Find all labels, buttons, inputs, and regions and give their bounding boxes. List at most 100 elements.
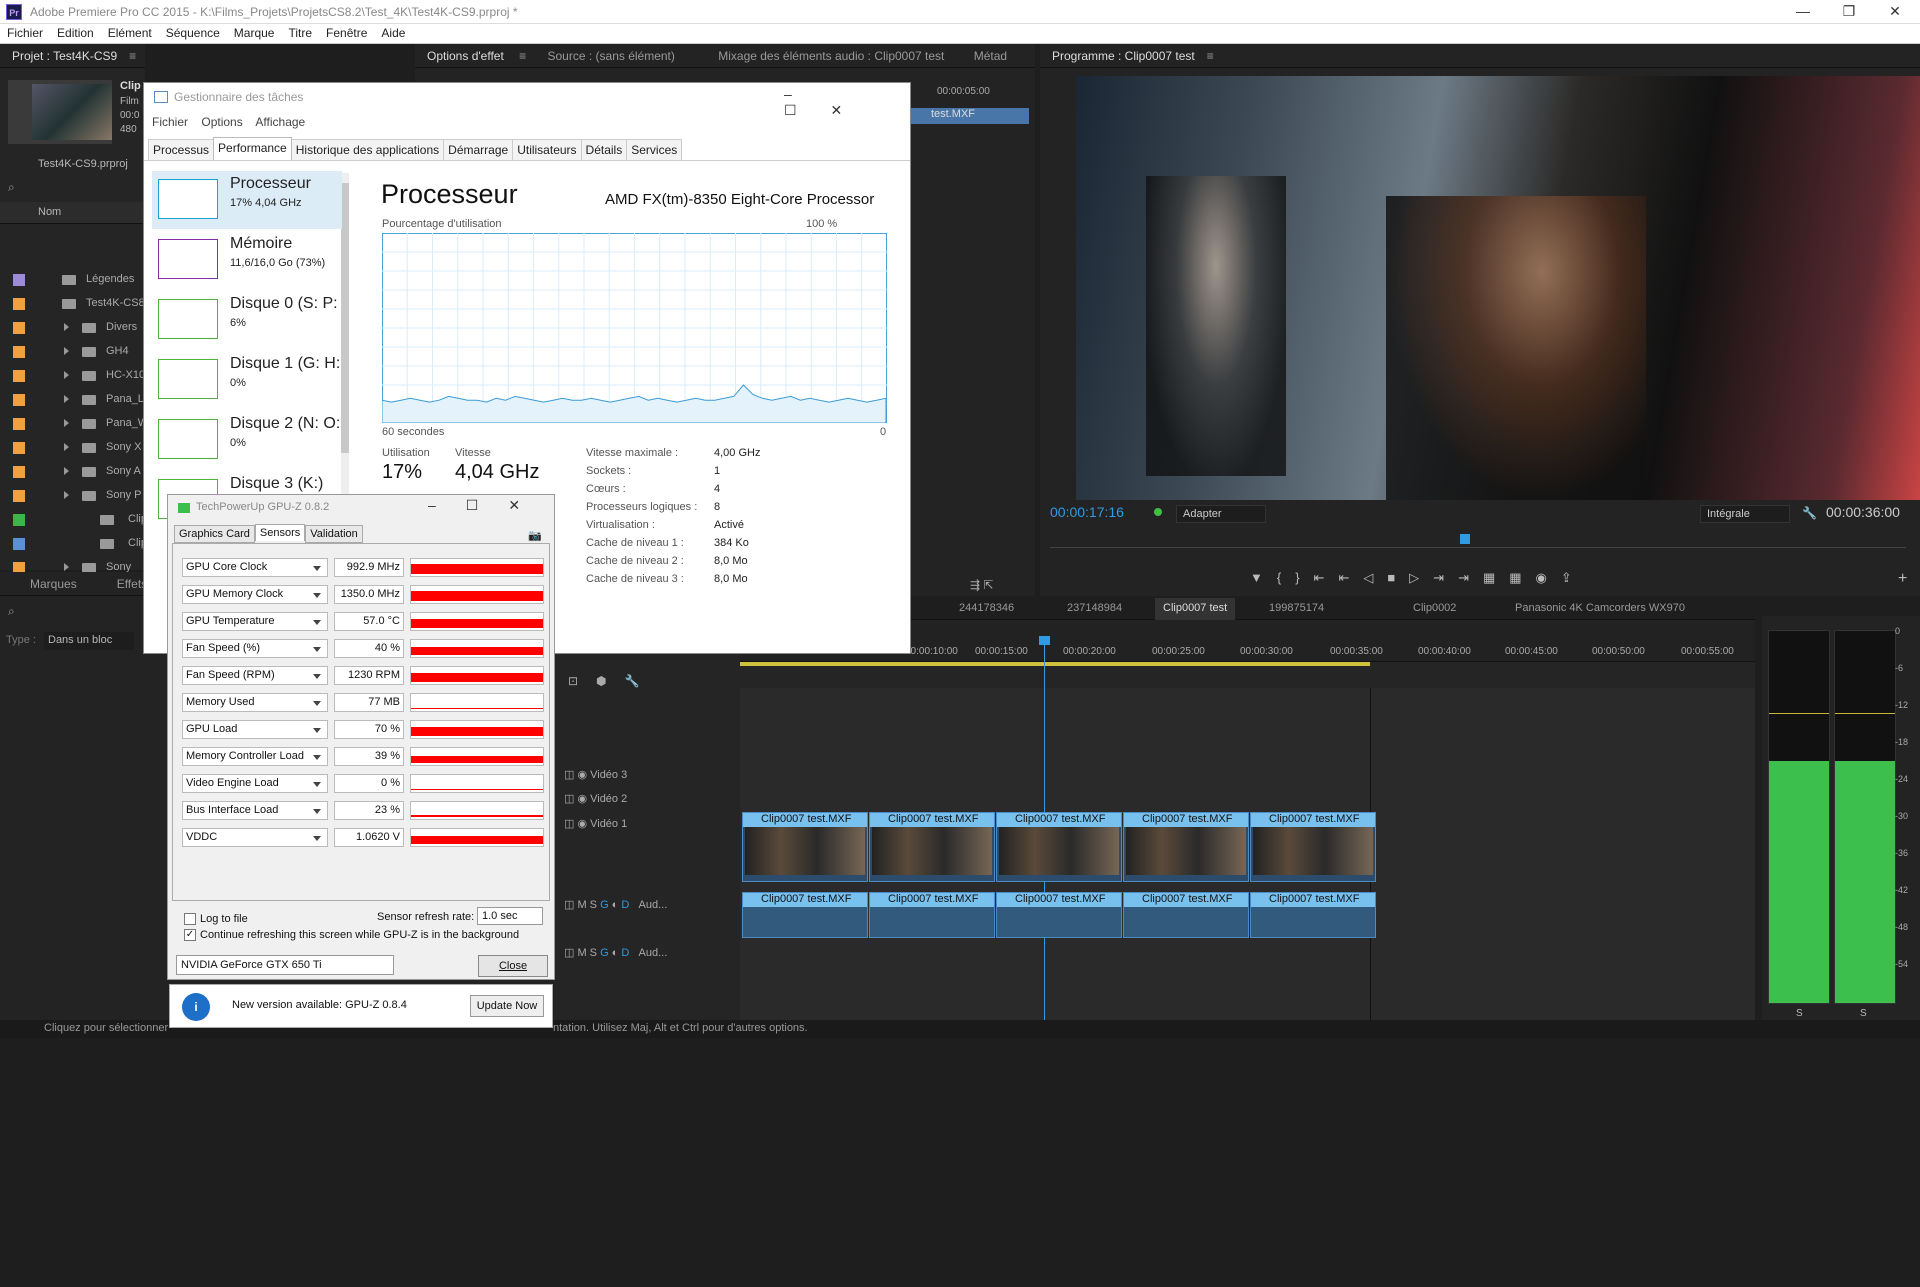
tab-processus[interactable]: Processus bbox=[148, 139, 215, 160]
performance-item[interactable]: Mémoire 11,6/16,0 Go (73%) bbox=[152, 231, 342, 289]
audio-clip[interactable]: Clip0007 test.MXF bbox=[996, 892, 1122, 938]
track-v2-label[interactable]: ◫ ◉ Vidéo 2 bbox=[564, 792, 627, 805]
seq-tab[interactable]: 237148984 bbox=[1067, 602, 1122, 614]
audio-clip[interactable]: Clip0007 test.MXF bbox=[1123, 892, 1249, 938]
tm-menu-options[interactable]: Options bbox=[201, 115, 242, 129]
expand-arrow-icon[interactable] bbox=[64, 491, 69, 499]
tab-effect-options[interactable]: Options d'effet bbox=[427, 49, 504, 63]
menu-titre[interactable]: Titre bbox=[281, 24, 319, 40]
timeline-tools[interactable]: ⊡⬢🔧 bbox=[568, 674, 657, 688]
expand-arrow-icon[interactable] bbox=[64, 323, 69, 331]
audio-clip[interactable]: Clip0007 test.MXF bbox=[742, 892, 868, 938]
project-tree-item[interactable]: Clip bbox=[0, 508, 147, 532]
project-tree-item[interactable]: Clip bbox=[0, 532, 147, 556]
sidebar-scrollbar[interactable] bbox=[341, 173, 349, 533]
performance-item[interactable]: Disque 1 (G: H: I 0% bbox=[152, 351, 342, 409]
expand-arrow-icon[interactable] bbox=[64, 443, 69, 451]
transport-controls[interactable]: ▼{}⇤⇤◁■▷⇥⇥▦▦◉⇪ bbox=[1250, 570, 1586, 586]
video-clip[interactable]: Clip0007 test.MXF bbox=[869, 812, 995, 882]
menu-fichier[interactable]: Fichier bbox=[0, 24, 50, 40]
label-color-swatch[interactable] bbox=[13, 346, 25, 358]
sensor-label-select[interactable]: VDDC bbox=[182, 828, 328, 847]
type-select[interactable]: Dans un bloc bbox=[44, 632, 134, 650]
minimize-button[interactable]: — bbox=[1780, 0, 1826, 24]
column-name-label[interactable]: Nom bbox=[38, 206, 61, 218]
menu-element[interactable]: Elément bbox=[101, 24, 159, 40]
seq-tab-active[interactable]: Clip0007 test bbox=[1155, 598, 1236, 620]
close-button[interactable]: ✕ bbox=[1872, 0, 1918, 24]
label-color-swatch[interactable] bbox=[13, 394, 25, 406]
tab-validation[interactable]: Validation bbox=[305, 525, 363, 543]
video-clip[interactable]: Clip0007 test.MXF bbox=[1250, 812, 1376, 882]
tab-demarrage[interactable]: Démarrage bbox=[443, 139, 514, 160]
tm-menu-fichier[interactable]: Fichier bbox=[152, 115, 188, 129]
seq-tab[interactable]: Clip0002 bbox=[1413, 602, 1456, 614]
project-tree-item[interactable]: Pana_L bbox=[0, 388, 145, 412]
label-color-swatch[interactable] bbox=[13, 538, 25, 550]
menu-icon[interactable]: ≡ bbox=[1207, 49, 1214, 63]
video-clip[interactable]: Clip0007 test.MXF bbox=[742, 812, 868, 882]
tab-source[interactable]: Source : (sans élément) bbox=[548, 49, 675, 63]
track-v3-label[interactable]: ◫ ◉ Vidéo 3 bbox=[564, 768, 627, 781]
effect-clip-bar[interactable]: test.MXF bbox=[907, 108, 1029, 124]
zoom-select[interactable]: Adapter bbox=[1176, 505, 1266, 523]
menu-sequence[interactable]: Séquence bbox=[159, 24, 227, 40]
expand-arrow-icon[interactable] bbox=[64, 347, 69, 355]
playhead-handle[interactable] bbox=[1039, 636, 1050, 645]
tab-audio-mixer[interactable]: Mixage des éléments audio : Clip0007 tes… bbox=[718, 49, 944, 63]
sensor-label-select[interactable]: Video Engine Load bbox=[182, 774, 328, 793]
gpu-select[interactable]: NVIDIA GeForce GTX 650 Ti bbox=[176, 955, 394, 975]
tab-services[interactable]: Services bbox=[626, 139, 683, 160]
gpuz-close-button[interactable]: Close bbox=[478, 955, 548, 977]
program-timecode[interactable]: 00:00:17:16 bbox=[1050, 504, 1124, 520]
video-clip[interactable]: Clip0007 test.MXF bbox=[996, 812, 1122, 882]
menu-marque[interactable]: Marque bbox=[227, 24, 282, 40]
project-tree-item[interactable]: GH4 bbox=[0, 340, 145, 364]
audio-clip[interactable]: Clip0007 test.MXF bbox=[869, 892, 995, 938]
project-panel-header[interactable]: Projet : Test4K-CS9 ≡ bbox=[0, 44, 145, 68]
search-icon[interactable]: ⌕ bbox=[8, 604, 15, 619]
track-v1-label[interactable]: ◫ ◉ Vidéo 1 bbox=[564, 817, 627, 830]
label-color-swatch[interactable] bbox=[13, 466, 25, 478]
sensor-label-select[interactable]: Memory Used bbox=[182, 693, 328, 712]
track-a1-label[interactable]: ◫ M S G ◐ D Aud... bbox=[564, 898, 667, 911]
performance-item[interactable]: Processeur 17% 4,04 GHz bbox=[152, 171, 342, 229]
solo-right-label[interactable]: S bbox=[1860, 1008, 1867, 1019]
expand-arrow-icon[interactable] bbox=[64, 419, 69, 427]
tab-historique[interactable]: Historique des applications bbox=[290, 139, 445, 160]
project-tree-item[interactable]: Sony X bbox=[0, 436, 145, 460]
seq-tab[interactable]: 199875174 bbox=[1269, 602, 1324, 614]
seq-tab[interactable]: Panasonic 4K Camcorders WX970 bbox=[1515, 602, 1685, 614]
project-tree-item[interactable]: Légendes bbox=[0, 268, 145, 292]
expand-arrow-icon[interactable] bbox=[64, 371, 69, 379]
project-tree-item[interactable]: Divers bbox=[0, 316, 145, 340]
label-color-swatch[interactable] bbox=[13, 322, 25, 334]
tab-markers[interactable]: Marques bbox=[30, 577, 77, 591]
label-color-swatch[interactable] bbox=[13, 442, 25, 454]
expand-arrow-icon[interactable] bbox=[64, 467, 69, 475]
continue-checkbox[interactable]: ✓ bbox=[184, 929, 196, 941]
label-color-swatch[interactable] bbox=[13, 298, 25, 310]
menu-edition[interactable]: Edition bbox=[50, 24, 101, 40]
audio-clip[interactable]: Clip0007 test.MXF bbox=[1250, 892, 1376, 938]
refresh-select[interactable]: 1.0 sec bbox=[477, 907, 543, 925]
expand-arrow-icon[interactable] bbox=[64, 395, 69, 403]
sensor-label-select[interactable]: GPU Load bbox=[182, 720, 328, 739]
label-color-swatch[interactable] bbox=[13, 274, 25, 286]
update-now-button[interactable]: Update Now bbox=[470, 995, 544, 1017]
video-clip[interactable]: Clip0007 test.MXF bbox=[1123, 812, 1249, 882]
menu-aide[interactable]: Aide bbox=[374, 24, 412, 40]
performance-item[interactable]: Disque 0 (S: P: F 6% bbox=[152, 291, 342, 349]
project-tree-item[interactable]: Test4K-CS8 bbox=[0, 292, 145, 316]
project-tree-item[interactable]: Sony P bbox=[0, 484, 145, 508]
sensor-label-select[interactable]: Fan Speed (RPM) bbox=[182, 666, 328, 685]
work-area-bar[interactable] bbox=[740, 662, 1370, 666]
sensor-label-select[interactable]: Bus Interface Load bbox=[182, 801, 328, 820]
tab-utilisateurs[interactable]: Utilisateurs bbox=[512, 139, 582, 160]
clip-thumbnail[interactable] bbox=[8, 80, 112, 144]
wrench-icon[interactable]: 🔧 bbox=[1802, 506, 1817, 520]
gpuz-window-controls[interactable]: –☐✕ bbox=[428, 497, 550, 514]
sensor-label-select[interactable]: Memory Controller Load bbox=[182, 747, 328, 766]
task-manager-window-controls[interactable]: –☐✕ bbox=[784, 86, 910, 119]
expand-arrow-icon[interactable] bbox=[64, 563, 69, 571]
